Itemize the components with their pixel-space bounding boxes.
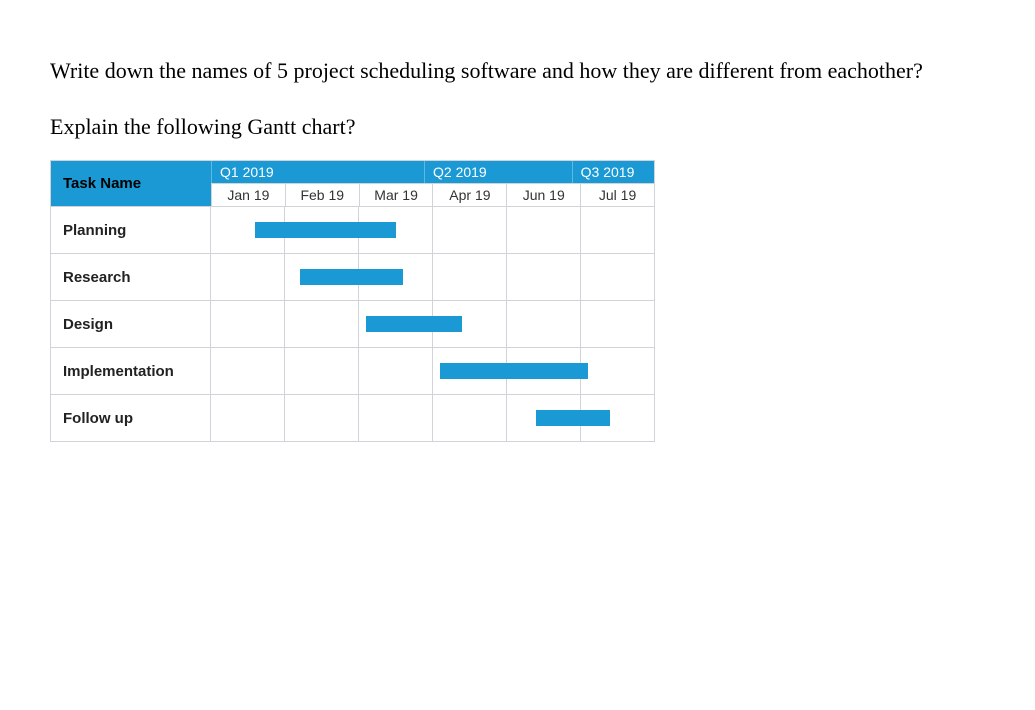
gantt-cells [211, 207, 654, 253]
gantt-cell [432, 395, 506, 441]
gantt-bar [366, 316, 462, 332]
gantt-cell [211, 254, 284, 300]
gantt-cell [211, 348, 284, 394]
gantt-month: Mar 19 [359, 183, 433, 206]
gantt-row: Research [51, 253, 654, 300]
gantt-row: Design [51, 300, 654, 347]
gantt-bar [440, 363, 588, 379]
gantt-taskname-header: Task Name [51, 161, 211, 206]
gantt-cells [211, 348, 654, 394]
gantt-month: Jul 19 [580, 183, 654, 206]
gantt-task-label: Research [51, 254, 211, 300]
gantt-cell [580, 348, 654, 394]
gantt-quarters-row: Q1 2019 Q2 2019 Q3 2019 [211, 161, 654, 183]
gantt-quarter-q1: Q1 2019 [211, 161, 424, 183]
gantt-cells [211, 301, 654, 347]
gantt-quarter-q2: Q2 2019 [424, 161, 572, 183]
gantt-cell [506, 254, 580, 300]
gantt-month: Feb 19 [285, 183, 359, 206]
gantt-cell [580, 207, 654, 253]
gantt-cell [211, 395, 284, 441]
gantt-months-row: Jan 19 Feb 19 Mar 19 Apr 19 Jun 19 Jul 1… [211, 183, 654, 206]
gantt-bar [300, 269, 403, 285]
gantt-row: Planning [51, 206, 654, 253]
gantt-cell [506, 207, 580, 253]
gantt-body: PlanningResearchDesignImplementationFoll… [51, 206, 654, 441]
gantt-cell [580, 254, 654, 300]
gantt-month: Jun 19 [506, 183, 580, 206]
gantt-row: Implementation [51, 347, 654, 394]
gantt-chart: Task Name Q1 2019 Q2 2019 Q3 2019 Jan 19… [50, 160, 655, 442]
gantt-cell [284, 348, 358, 394]
question-line2: Explain the following Gantt chart? [50, 104, 985, 150]
gantt-bar [536, 410, 610, 426]
gantt-quarter-q3: Q3 2019 [572, 161, 654, 183]
gantt-month: Jan 19 [211, 183, 285, 206]
gantt-cell [432, 254, 506, 300]
gantt-task-label: Design [51, 301, 211, 347]
gantt-cells [211, 254, 654, 300]
question-line1: Write down the names of 5 project schedu… [50, 48, 985, 94]
gantt-cell [432, 207, 506, 253]
gantt-cell [284, 301, 358, 347]
gantt-bar [255, 222, 395, 238]
gantt-task-label: Implementation [51, 348, 211, 394]
gantt-cell [580, 301, 654, 347]
gantt-cell [358, 348, 432, 394]
gantt-cell [358, 395, 432, 441]
gantt-cells [211, 395, 654, 441]
gantt-row: Follow up [51, 394, 654, 441]
gantt-cell [506, 301, 580, 347]
gantt-task-label: Follow up [51, 395, 211, 441]
gantt-month: Apr 19 [432, 183, 506, 206]
gantt-header: Task Name Q1 2019 Q2 2019 Q3 2019 Jan 19… [51, 161, 654, 206]
gantt-cell [284, 395, 358, 441]
gantt-cell [211, 301, 284, 347]
gantt-task-label: Planning [51, 207, 211, 253]
